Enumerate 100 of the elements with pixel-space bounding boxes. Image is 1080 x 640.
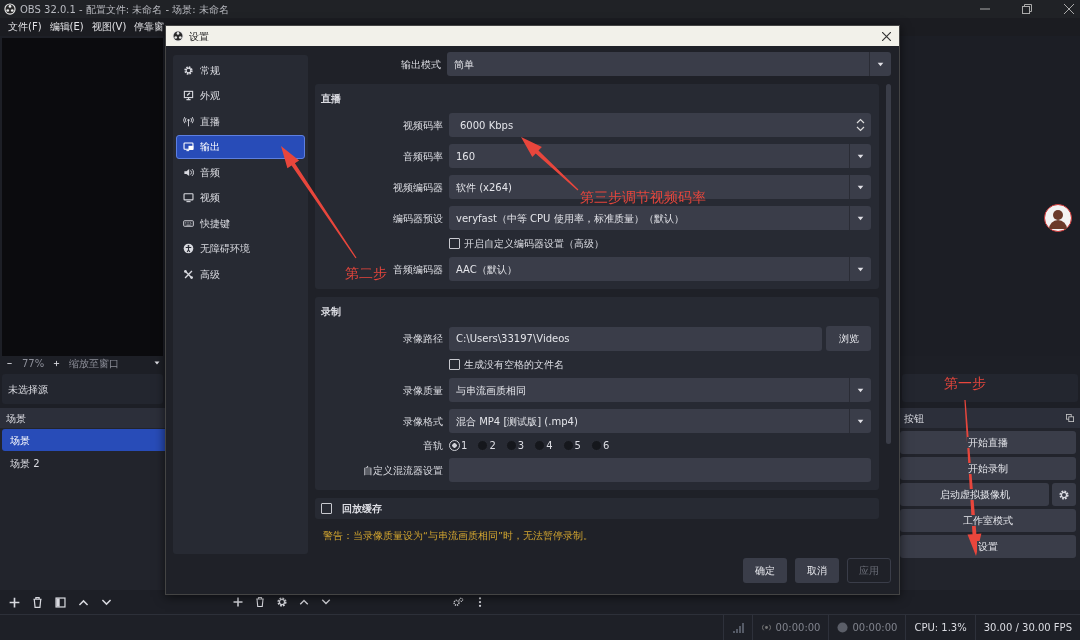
sidebar-item[interactable]: 常规: [176, 58, 305, 82]
field-label: 音轨: [423, 439, 443, 453]
dropdown[interactable]: veryfast（中等 CPU 使用率，标准质量）（默认）: [449, 206, 871, 230]
undock-icon[interactable]: [1066, 414, 1074, 422]
field-label: 录像质量: [403, 383, 443, 398]
control-button[interactable]: 工作室模式: [900, 509, 1076, 532]
cpu-usage: CPU: 1.3%: [914, 621, 967, 635]
gears-icon[interactable]: [452, 596, 464, 608]
menu-item[interactable]: 视图(V): [87, 18, 131, 36]
warning-text: 警告：当录像质量设为“与串流画质相同”时，无法暂停录制。: [322, 529, 594, 543]
field-label: 录像路径: [403, 332, 443, 346]
sidebar-item[interactable]: 视频: [176, 185, 305, 210]
square-icon[interactable]: [54, 595, 67, 609]
dialog-title: 设置: [189, 29, 209, 44]
sidebar-item[interactable]: 外观: [176, 83, 305, 108]
control-button[interactable]: 设置: [900, 535, 1076, 558]
menu-item[interactable]: 停靠窗: [130, 18, 169, 36]
scrollbar[interactable]: [886, 84, 891, 444]
dropdown[interactable]: 简单: [447, 52, 891, 76]
field-label: 音频编码器: [393, 262, 443, 277]
control-button[interactable]: 开始直播: [900, 431, 1076, 454]
track-checkbox[interactable]: [534, 440, 546, 451]
track-checkbox[interactable]: [590, 440, 602, 451]
section-title: 直播: [320, 92, 342, 106]
menu-item[interactable]: 文件(F): [4, 18, 46, 36]
track-label: 4: [546, 439, 553, 453]
plus-icon[interactable]: [232, 596, 244, 608]
scene-item[interactable]: 场景 2: [2, 452, 165, 474]
checkbox[interactable]: [449, 358, 460, 370]
checkbox-label: 回放缓存: [342, 502, 382, 516]
monitor-icon: [183, 192, 194, 203]
fps-reading: 30.00 / 30.00 FPS: [983, 621, 1072, 635]
field-label: 自定义混流器设置: [363, 463, 443, 478]
field-label: 音频码率: [403, 149, 443, 164]
dropdown[interactable]: 160: [449, 144, 871, 168]
keyboard-icon: [183, 217, 194, 229]
trash-icon[interactable]: [31, 595, 44, 609]
close-icon[interactable]: [1064, 4, 1074, 14]
avatar: [1044, 204, 1072, 232]
monitor-icon: [183, 90, 194, 101]
control-button[interactable]: 开始录制: [900, 457, 1076, 480]
caret-icon[interactable]: [153, 359, 161, 367]
field-label: 输出模式: [400, 57, 442, 72]
field-label: 视频编码器: [393, 180, 443, 195]
track-checkbox[interactable]: [477, 440, 489, 451]
scene-item[interactable]: 场景: [2, 429, 165, 451]
field-label: 录像格式: [403, 414, 443, 429]
plus-icon[interactable]: [8, 595, 21, 609]
track-label: 6: [602, 439, 610, 453]
sidebar-item[interactable]: 无障碍环境: [176, 236, 305, 261]
gear-icon[interactable]: [276, 596, 288, 608]
checkbox-label: 开启自定义编码器设置（高级）: [464, 236, 604, 251]
zoom-mode[interactable]: 缩放至窗口: [69, 355, 120, 371]
trash-icon[interactable]: [254, 596, 266, 608]
gear-icon: [1058, 488, 1070, 501]
control-button[interactable]: 启动虚拟摄像机: [900, 483, 1049, 506]
broadcast-icon: [760, 622, 772, 633]
stepper-icon: [856, 117, 865, 133]
settings-button[interactable]: [1052, 483, 1076, 506]
person-icon: [183, 243, 194, 254]
dropdown[interactable]: AAC（默认）: [449, 257, 871, 281]
annotation-text: 第一步: [944, 374, 986, 393]
zoom-level: 77%: [22, 356, 45, 371]
sidebar-item[interactable]: 高级: [176, 262, 305, 286]
field-label: 编码器预设: [393, 211, 443, 226]
sidebar-item[interactable]: 音频: [176, 160, 305, 184]
dropdown[interactable]: 与串流画质相同: [449, 378, 871, 402]
track-label: 5: [574, 439, 581, 453]
dock-title: 场景: [0, 408, 165, 428]
track-checkbox[interactable]: [562, 440, 574, 451]
sidebar-item[interactable]: 快捷键: [176, 211, 305, 235]
dialog-button[interactable]: 确定: [743, 558, 787, 584]
signal-icon: [731, 621, 744, 634]
menu-item[interactable]: 编辑(E): [45, 18, 88, 36]
spin-field[interactable]: 6000 Kbps: [449, 113, 871, 137]
gear-icon: [183, 64, 194, 76]
maximize-icon[interactable]: [1022, 4, 1032, 14]
logo-icon: [172, 30, 184, 42]
section-title: 录制: [320, 305, 342, 319]
close-icon[interactable]: [882, 31, 891, 41]
annotation-text: 第二步: [345, 264, 387, 283]
checkbox[interactable]: [321, 503, 332, 514]
sidebar-item[interactable]: 输出: [176, 134, 305, 159]
plus-icon[interactable]: [53, 359, 61, 367]
track-label: 3: [517, 439, 525, 453]
track-checkbox[interactable]: [505, 440, 517, 451]
logo-icon: [4, 3, 16, 15]
monitor-icon: [183, 141, 194, 152]
dock-title: 按钮: [904, 411, 924, 426]
antenna-icon: [183, 115, 194, 127]
record-icon: [837, 622, 849, 633]
dropdown[interactable]: 混合 MP4 [测试版] (.mp4): [449, 409, 871, 433]
checkbox[interactable]: [449, 237, 460, 249]
source-info: 未选择源: [2, 374, 163, 404]
track-label: 1: [461, 439, 468, 453]
sidebar-item[interactable]: 直播: [176, 109, 305, 133]
path-field[interactable]: C:\Users\33197\Videos: [449, 326, 822, 351]
dialog-button[interactable]: 取消: [795, 558, 839, 584]
browse-button[interactable]: 浏览: [826, 326, 871, 351]
tools-icon: [183, 268, 194, 280]
